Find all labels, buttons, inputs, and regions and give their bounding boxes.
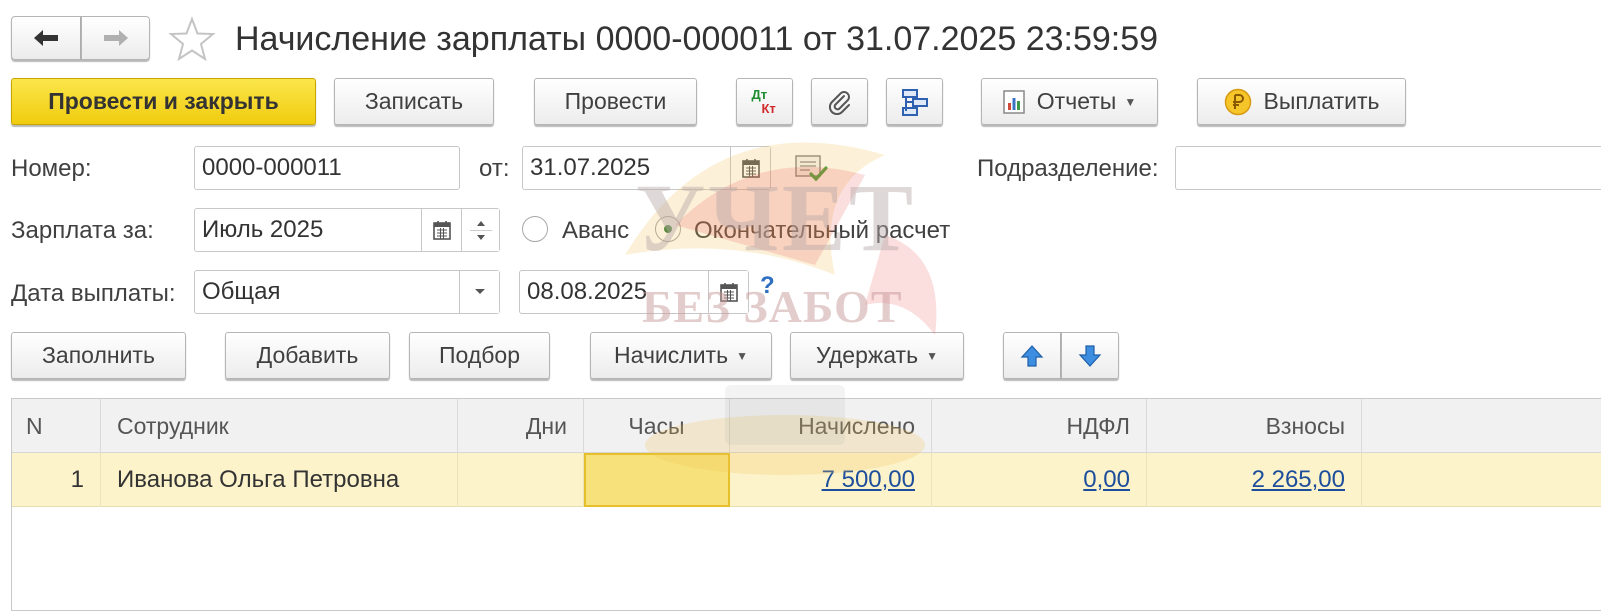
- chevron-down-icon: ▼: [1124, 94, 1137, 109]
- employee-name[interactable]: Иванова Ольга Петровна: [101, 453, 458, 507]
- post-button[interactable]: Провести: [534, 78, 697, 125]
- column-header-accrued[interactable]: Начислено: [730, 399, 932, 453]
- kt-label: Кт: [761, 100, 776, 116]
- save-button[interactable]: Записать: [334, 78, 494, 125]
- number-value: 0000-000011: [202, 154, 342, 181]
- chevron-down-icon: ▼: [926, 348, 938, 363]
- days-cell[interactable]: [458, 453, 584, 507]
- calendar-icon[interactable]: [730, 147, 770, 189]
- advance-radio[interactable]: [522, 216, 548, 242]
- column-header-ndfl[interactable]: НДФЛ: [932, 399, 1147, 453]
- back-button[interactable]: [11, 16, 81, 60]
- row-number: 1: [12, 453, 101, 507]
- ruble-coin-icon: [1224, 88, 1251, 115]
- selection-button[interactable]: Подбор: [409, 332, 550, 379]
- structure-button[interactable]: [886, 78, 943, 125]
- arrow-down-icon: [1078, 344, 1102, 367]
- post-and-close-button[interactable]: Провести и закрыть: [11, 78, 316, 125]
- payment-type-select[interactable]: Общая: [194, 270, 500, 314]
- contributions-cell[interactable]: 2 265,00: [1147, 453, 1362, 507]
- check-document-icon[interactable]: [794, 152, 828, 184]
- forward-button[interactable]: [81, 16, 150, 60]
- column-header-days[interactable]: Дни: [458, 399, 584, 453]
- period-spinner[interactable]: [461, 209, 499, 251]
- move-down-button[interactable]: [1061, 332, 1119, 379]
- payment-date-label: Дата выплаты:: [11, 280, 176, 307]
- salary-period-value: Июль 2025: [202, 216, 324, 243]
- column-header-n[interactable]: N: [12, 399, 101, 453]
- dropdown-arrow-icon[interactable]: [459, 271, 499, 313]
- paperclip-icon: [828, 90, 850, 115]
- number-label: Номер:: [11, 155, 92, 182]
- column-header-contributions[interactable]: Взносы: [1147, 399, 1362, 453]
- withhold-label: Удержать: [816, 342, 919, 368]
- help-link[interactable]: ?: [760, 272, 775, 300]
- calendar-icon[interactable]: [421, 209, 461, 251]
- payment-type-value: Общая: [202, 278, 281, 305]
- chevron-down-icon: ▼: [736, 348, 748, 363]
- document-date-value: 31.07.2025: [530, 154, 651, 181]
- spin-up-icon[interactable]: [476, 219, 486, 227]
- salary-for-label: Зарплата за:: [11, 217, 154, 244]
- table-header: N Сотрудник Дни Часы Начислено НДФЛ Взно…: [12, 399, 1601, 453]
- ndfl-link[interactable]: 0,00: [1083, 466, 1130, 494]
- ndfl-cell[interactable]: 0,00: [932, 453, 1147, 507]
- number-field[interactable]: 0000-000011: [194, 146, 460, 190]
- fill-button[interactable]: Заполнить: [11, 332, 186, 379]
- accrued-link[interactable]: 7 500,00: [822, 466, 915, 494]
- spin-down-icon[interactable]: [476, 234, 486, 242]
- debit-credit-button[interactable]: Дт Кт: [736, 78, 793, 125]
- attachments-button[interactable]: [811, 78, 868, 125]
- table-row[interactable]: 1 Иванова Ольга Петровна 7 500,00 0,00 2…: [12, 453, 1601, 507]
- contributions-link[interactable]: 2 265,00: [1252, 466, 1345, 494]
- move-up-button[interactable]: [1003, 332, 1061, 379]
- column-header-hours[interactable]: Часы: [584, 399, 730, 453]
- document-date-field[interactable]: 31.07.2025: [522, 146, 771, 190]
- final-settlement-label: Окончательный расчет: [694, 217, 951, 244]
- reports-button[interactable]: Отчеты ▼: [981, 78, 1158, 125]
- payment-date-field[interactable]: 08.08.2025: [519, 270, 749, 314]
- hours-cell[interactable]: [584, 453, 730, 507]
- payment-date-value: 08.08.2025: [527, 278, 648, 305]
- accrued-cell[interactable]: 7 500,00: [730, 453, 932, 507]
- department-label: Подразделение:: [977, 155, 1159, 182]
- column-header-employee[interactable]: Сотрудник: [101, 399, 458, 453]
- department-field[interactable]: [1175, 146, 1601, 190]
- advance-label: Аванс: [562, 217, 630, 244]
- arrow-up-icon: [1020, 344, 1044, 367]
- document-structure-icon: [901, 88, 928, 116]
- salary-period-field[interactable]: Июль 2025: [194, 208, 500, 252]
- add-button[interactable]: Добавить: [225, 332, 390, 379]
- calendar-icon[interactable]: [708, 271, 748, 313]
- accrue-label: Начислить: [614, 342, 729, 368]
- accrue-button[interactable]: Начислить ▼: [590, 332, 772, 379]
- date-from-label: от:: [479, 155, 510, 182]
- withhold-button[interactable]: Удержать ▼: [790, 332, 964, 379]
- dt-kt-icon: Дт Кт: [748, 87, 782, 117]
- dt-label: Дт: [751, 86, 768, 102]
- pay-button[interactable]: Выплатить: [1197, 78, 1406, 125]
- report-chart-icon: [1003, 89, 1025, 114]
- arrow-left-icon: [34, 30, 58, 46]
- reports-label: Отчеты: [1036, 88, 1117, 114]
- pay-label: Выплатить: [1263, 88, 1380, 114]
- arrow-right-icon: [103, 30, 128, 46]
- favorite-star-icon[interactable]: [168, 16, 216, 62]
- employees-table[interactable]: N Сотрудник Дни Часы Начислено НДФЛ Взно…: [11, 398, 1601, 611]
- final-settlement-radio[interactable]: [655, 216, 681, 242]
- page-title: Начисление зарплаты 0000-000011 от 31.07…: [235, 20, 1159, 58]
